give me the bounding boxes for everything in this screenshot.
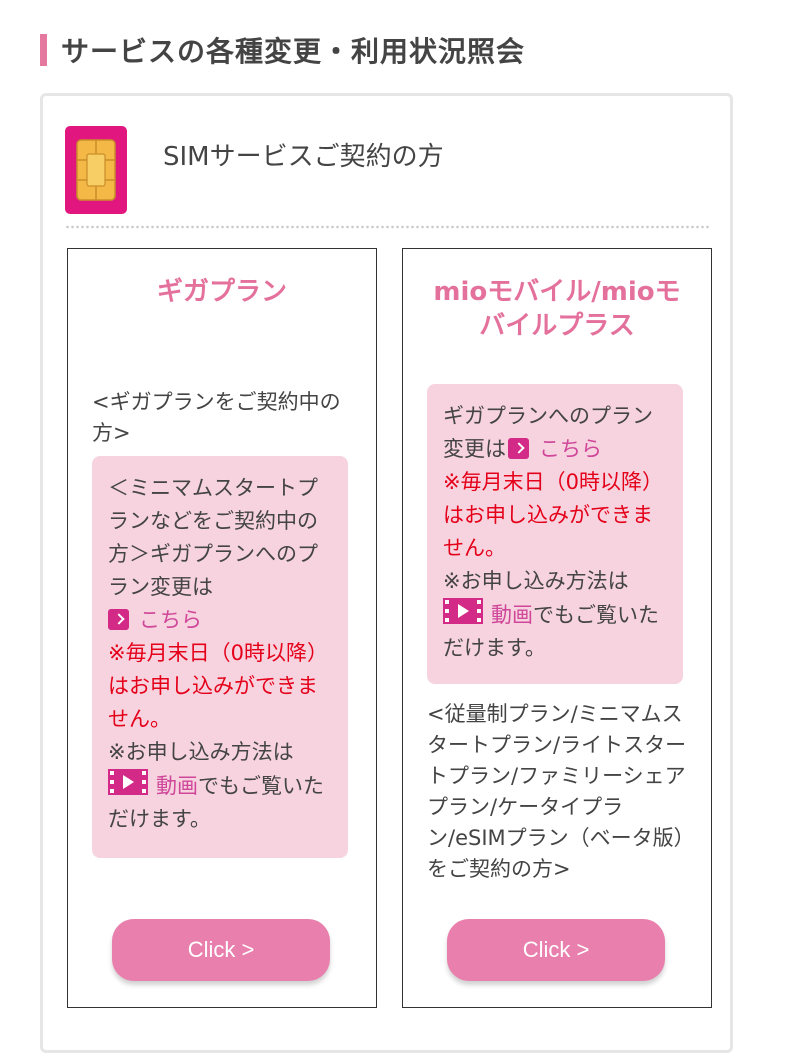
note-prefix: ※お申し込み方法は (443, 569, 629, 593)
column-title: ギガプラン (156, 277, 287, 307)
click-button[interactable]: Click > (447, 919, 665, 981)
column-title: mioモバイル/mioモバイルプラス (433, 277, 681, 341)
deadline-warning: ※毎月末日（0時以降）はお申し込みができません。 (108, 641, 328, 731)
video-link[interactable]: 動画 (156, 774, 198, 798)
plan-change-text: ＜ミニマムスタートプランなどをご契約中の方＞ギガプランへのプラン変更は (108, 476, 318, 599)
arrow-right-icon (508, 438, 529, 459)
info-box: ＜ミニマムスタートプランなどをご契約中の方＞ギガプランへのプラン変更は こちら … (92, 456, 348, 858)
card-header (65, 126, 127, 214)
card-title: SIMサービスご契約の方 (163, 142, 444, 172)
arrow-right-icon (108, 609, 129, 630)
column-trail-text: <従量制プラン/ミニマムスタートプラン/ライトスタートプラン/ファミリーシェアプ… (427, 702, 687, 881)
click-button[interactable]: Click > (112, 919, 330, 981)
video-link[interactable]: 動画 (491, 603, 533, 627)
video-film-icon (443, 598, 483, 624)
mio-mobile-column: mioモバイル/mioモバイルプラス ギガプランへのプラン変更は こちら ※毎月末… (402, 248, 712, 1008)
note-prefix: ※お申し込み方法は (108, 740, 294, 764)
dotted-divider (65, 225, 709, 229)
column-lead-text: <ギガプランをご契約中の方> (92, 390, 341, 445)
sim-card-icon (65, 126, 127, 214)
plan-change-link[interactable]: こちら (139, 608, 202, 632)
video-film-icon (108, 769, 148, 795)
info-box: ギガプランへのプラン変更は こちら ※毎月末日（0時以降）はお申し込みができません… (427, 384, 683, 684)
giga-plan-column: ギガプラン <ギガプランをご契約中の方> ＜ミニマムスタートプランなどをご契約中… (67, 248, 377, 1008)
section-header: サービスの各種変更・利用状況照会 (40, 30, 525, 70)
section-title: サービスの各種変更・利用状況照会 (61, 35, 526, 68)
sim-service-card: SIMサービスご契約の方 ギガプラン <ギガプランをご契約中の方> ＜ミニマムス… (40, 93, 733, 1053)
header-accent-bar (40, 34, 47, 66)
plan-change-link[interactable]: こちら (539, 437, 602, 461)
deadline-warning: ※毎月末日（0時以降）はお申し込みができません。 (443, 470, 663, 560)
